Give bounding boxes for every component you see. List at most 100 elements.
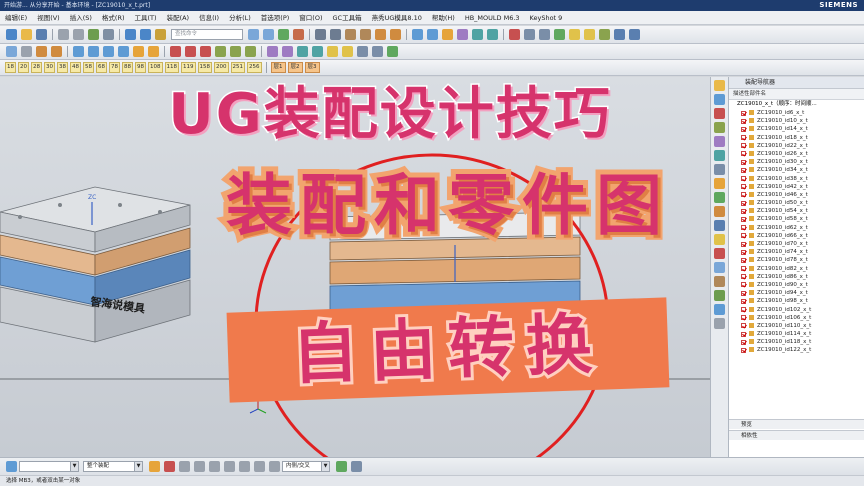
offset-icon[interactable] xyxy=(148,46,159,57)
visibility-checkbox[interactable] xyxy=(741,135,746,141)
visibility-checkbox[interactable] xyxy=(741,126,746,132)
navigator-part-row[interactable]: ZC19010_id86_x_t xyxy=(729,273,864,281)
menu-item[interactable]: HB_MOULD M6.3 xyxy=(460,11,525,25)
mold-wizard-icon[interactable] xyxy=(267,46,278,57)
assembly-icon[interactable] xyxy=(412,29,423,40)
navigator-part-row[interactable]: ZC19010_id98_x_t xyxy=(729,297,864,305)
menu-item[interactable]: 帮助(H) xyxy=(427,11,460,25)
visibility-checkbox[interactable] xyxy=(741,274,746,280)
quick-number-button[interactable]: 200 xyxy=(214,62,229,73)
pan-icon[interactable] xyxy=(293,29,304,40)
array-icon[interactable] xyxy=(487,29,498,40)
dependencies-section[interactable]: 相依性 xyxy=(729,430,864,440)
cooling-icon[interactable] xyxy=(312,46,323,57)
palette-tab-icon[interactable] xyxy=(714,290,725,301)
show-hide-icon[interactable] xyxy=(554,29,565,40)
visibility-checkbox[interactable] xyxy=(741,151,746,157)
snap-icon[interactable] xyxy=(614,29,625,40)
navigator-part-row[interactable]: ZC19010_id50_x_t xyxy=(729,199,864,207)
end-point-icon[interactable] xyxy=(194,461,205,472)
repeat-command-icon[interactable] xyxy=(155,29,166,40)
standard-parts-icon[interactable] xyxy=(327,46,338,57)
navigator-part-row[interactable]: ZC19010_id102_x_t xyxy=(729,306,864,314)
cylinder-icon[interactable] xyxy=(360,29,371,40)
navigator-part-row[interactable]: ZC19010_id58_x_t xyxy=(729,215,864,223)
roles-tab-icon[interactable] xyxy=(714,206,725,217)
command-finder-input[interactable]: 查找命令 xyxy=(171,29,243,40)
open-folder-icon[interactable] xyxy=(21,29,32,40)
redo-icon[interactable] xyxy=(140,29,151,40)
measure-tab-icon[interactable] xyxy=(714,248,725,259)
cube-tab-icon[interactable] xyxy=(714,276,725,287)
boolean-subtract-icon[interactable] xyxy=(185,46,196,57)
process-studio-tab-icon[interactable] xyxy=(714,192,725,203)
navigator-part-row[interactable]: ZC19010_id22_x_t xyxy=(729,142,864,150)
quick-number-button[interactable]: 88 xyxy=(122,62,133,73)
layer-tab-icon[interactable] xyxy=(714,304,725,315)
navigator-part-row[interactable]: ZC19010_id90_x_t xyxy=(729,281,864,289)
type-filter-select[interactable]: ▼ xyxy=(19,461,79,472)
visibility-checkbox[interactable] xyxy=(741,208,746,214)
part-navigator-tab-icon[interactable] xyxy=(714,108,725,119)
menu-item[interactable]: KeyShot 9 xyxy=(525,11,568,25)
snap-point-icon[interactable] xyxy=(179,461,190,472)
selection-scope-select[interactable]: 整个装配 ▼ xyxy=(83,461,143,472)
edit-object-icon[interactable] xyxy=(569,29,580,40)
visibility-checkbox[interactable] xyxy=(741,192,746,198)
system-scene-tab-icon[interactable] xyxy=(714,220,725,231)
quick-number-button[interactable]: 158 xyxy=(197,62,212,73)
rotate-view-icon[interactable] xyxy=(278,29,289,40)
menu-item[interactable]: 信息(I) xyxy=(194,11,224,25)
boolean-unite-icon[interactable] xyxy=(170,46,181,57)
intersection-point-icon[interactable] xyxy=(239,461,250,472)
menu-item[interactable]: 首选项(P) xyxy=(256,11,295,25)
block-icon[interactable] xyxy=(345,29,356,40)
deselect-all-icon[interactable] xyxy=(164,461,175,472)
select-face-icon[interactable] xyxy=(336,461,347,472)
navigator-part-row[interactable]: ZC19010_id118_x_t xyxy=(729,338,864,346)
blend-icon[interactable] xyxy=(245,46,256,57)
boolean-intersect-icon[interactable] xyxy=(200,46,211,57)
navigator-part-row[interactable]: ZC19010_id94_x_t xyxy=(729,289,864,297)
view-tab-icon[interactable] xyxy=(714,262,725,273)
menu-item[interactable]: GC工具箱 xyxy=(328,11,367,25)
visibility-checkbox[interactable] xyxy=(741,339,746,345)
color-icon[interactable] xyxy=(584,29,595,40)
visibility-checkbox[interactable] xyxy=(741,282,746,288)
visibility-checkbox[interactable] xyxy=(741,167,746,173)
extrude-icon[interactable] xyxy=(375,29,386,40)
navigator-part-row[interactable]: ZC19010_id6_x_t xyxy=(729,109,864,117)
navigator-part-row[interactable]: ZC19010_id42_x_t xyxy=(729,183,864,191)
navigator-part-row[interactable]: ZC19010_id82_x_t xyxy=(729,265,864,273)
wireframe-icon[interactable] xyxy=(315,29,326,40)
visibility-checkbox[interactable] xyxy=(741,298,746,304)
quick-number-button[interactable]: 78 xyxy=(109,62,120,73)
menu-item[interactable]: 分析(L) xyxy=(224,11,256,25)
move-component-icon[interactable] xyxy=(457,29,468,40)
menu-item[interactable]: 编辑(E) xyxy=(0,11,32,25)
trim-icon[interactable] xyxy=(133,46,144,57)
navigator-part-row[interactable]: ZC19010_id46_x_t xyxy=(729,191,864,199)
navigator-part-row[interactable]: ZC19010_id18_x_t xyxy=(729,134,864,142)
visibility-checkbox[interactable] xyxy=(741,323,746,329)
cut-icon[interactable] xyxy=(58,29,69,40)
constraint-navigator-tab-icon[interactable] xyxy=(714,94,725,105)
layer-button[interactable]: 层3 xyxy=(304,62,320,73)
navigator-part-row[interactable]: ZC19010_id114_x_t xyxy=(729,330,864,338)
measure-icon[interactable] xyxy=(509,29,520,40)
select-filter-icon[interactable] xyxy=(6,46,17,57)
visibility-checkbox[interactable] xyxy=(741,290,746,296)
zoom-icon[interactable] xyxy=(263,29,274,40)
quick-number-button[interactable]: 28 xyxy=(31,62,42,73)
system-materials-tab-icon[interactable] xyxy=(714,178,725,189)
delete-icon[interactable] xyxy=(103,29,114,40)
copy-icon[interactable] xyxy=(73,29,84,40)
view-fit-icon[interactable] xyxy=(248,29,259,40)
constraint-icon[interactable] xyxy=(442,29,453,40)
select-all-icon[interactable] xyxy=(21,46,32,57)
visibility-checkbox[interactable] xyxy=(741,159,746,165)
navigator-part-row[interactable]: ZC19010_id70_x_t xyxy=(729,240,864,248)
visibility-checkbox[interactable] xyxy=(741,241,746,247)
visibility-checkbox[interactable] xyxy=(741,307,746,312)
circle-icon[interactable] xyxy=(103,46,114,57)
